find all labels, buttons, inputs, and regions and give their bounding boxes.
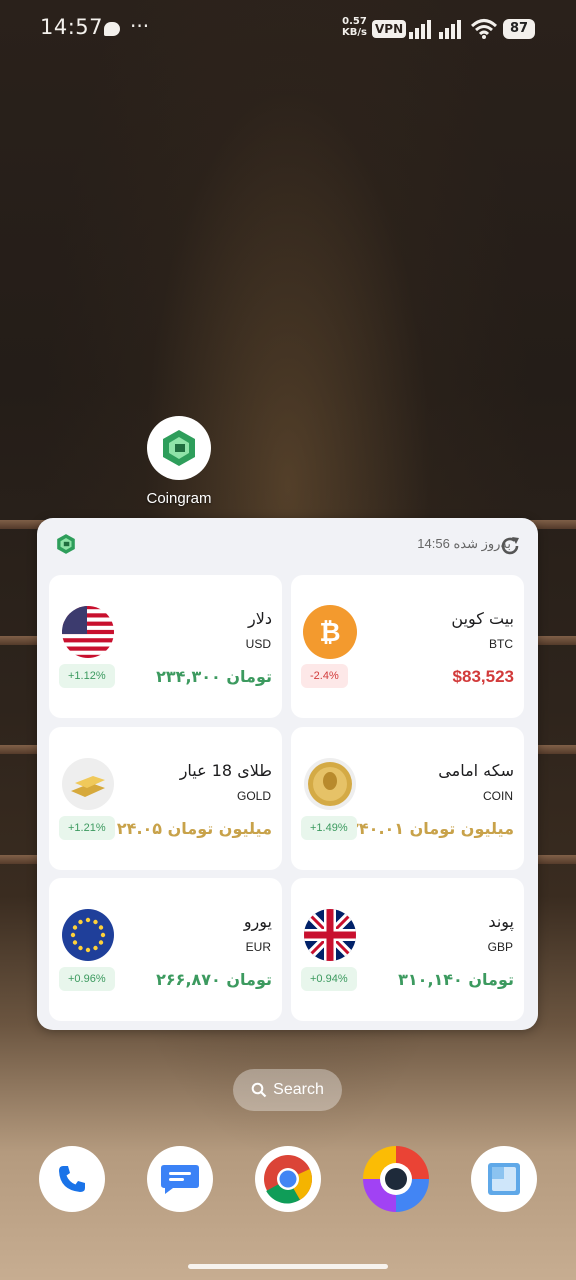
gold-bar-icon xyxy=(61,757,115,811)
asset-price: ۲۴.۰۵ میلیون تومان xyxy=(116,819,272,838)
eu-flag-icon xyxy=(61,908,115,962)
asset-change-badge: +1.49% xyxy=(301,816,357,840)
gallery-icon[interactable] xyxy=(471,1146,537,1212)
asset-price: $83,523 xyxy=(452,667,514,686)
messages-icon[interactable] xyxy=(147,1146,213,1212)
gesture-navigation-bar[interactable] xyxy=(188,1264,388,1269)
app-label: Coingram xyxy=(146,490,212,507)
phone-icon[interactable] xyxy=(39,1146,105,1212)
asset-price: ۳۱۰,۱۴۰ تومان xyxy=(398,970,514,989)
network-speed-value: 0.57 xyxy=(342,16,367,27)
asset-card-gbp[interactable]: پوند GBP ۳۱۰,۱۴۰ تومان +0.94% xyxy=(291,878,524,1021)
coingram-logo-icon xyxy=(147,416,211,480)
asset-code: EUR xyxy=(245,940,271,954)
coingram-logo-icon xyxy=(57,534,75,554)
last-updated: 14:56 به‌روز شده xyxy=(337,536,511,552)
asset-card-eur[interactable]: یورو EUR ۲۶۶,۸۷۰ تومان +0.96% xyxy=(49,878,282,1021)
asset-code: USD xyxy=(245,637,271,651)
status-bar: 14:57 ··· 0.57 KB/s VPN 87 xyxy=(0,0,576,58)
widget-header: 14:56 به‌روز شده xyxy=(37,518,538,572)
asset-card-usd[interactable]: دلار USD ۲۳۴,۳۰۰ تومان +1.12% xyxy=(49,575,282,718)
vpn-badge: VPN xyxy=(372,20,407,38)
signal-icon xyxy=(439,20,461,39)
gold-coin-icon xyxy=(303,757,357,811)
asset-code: GBP xyxy=(487,940,513,954)
asset-code: GOLD xyxy=(236,789,271,803)
asset-change-badge: +0.96% xyxy=(59,967,115,991)
asset-code: BTC xyxy=(489,637,513,651)
search-label: Search xyxy=(273,1081,324,1098)
battery-indicator: 87 xyxy=(503,19,535,39)
asset-card-btc[interactable]: بیت کوین BTC $83,523 -2.4% ₿ xyxy=(291,575,524,718)
asset-name: طلای 18 عیار xyxy=(179,761,272,780)
more-notifications-icon: ··· xyxy=(130,14,150,38)
updated-time: 14:56 xyxy=(417,536,450,551)
network-speed: 0.57 KB/s xyxy=(342,16,367,38)
chrome-icon[interactable] xyxy=(255,1146,321,1212)
search-button[interactable]: Search xyxy=(233,1069,342,1111)
asset-change-badge: -2.4% xyxy=(301,664,348,688)
asset-card-gold[interactable]: طلای 18 عیار GOLD ۲۴.۰۵ میلیون تومان +1.… xyxy=(49,727,282,870)
svg-text:₿: ₿ xyxy=(319,618,340,648)
asset-name: بیت کوین xyxy=(451,609,514,628)
asset-change-badge: +1.21% xyxy=(59,816,115,840)
asset-price: ۲۳۴,۳۰۰ تومان xyxy=(156,667,272,686)
asset-change-badge: +1.12% xyxy=(59,664,115,688)
us-flag-icon xyxy=(61,605,115,659)
coingram-app-shortcut[interactable]: Coingram xyxy=(146,416,212,507)
signal-icon xyxy=(409,20,431,39)
refresh-icon[interactable] xyxy=(499,535,521,557)
uk-flag-icon xyxy=(303,908,357,962)
asset-code: COIN xyxy=(483,789,513,803)
coingram-widget[interactable]: 14:56 به‌روز شده بیت کوین BTC $83,523 -2… xyxy=(37,518,538,1030)
asset-price: ۲۶۶,۸۷۰ تومان xyxy=(156,970,272,989)
status-time: 14:57 xyxy=(40,15,104,39)
chat-notification-icon xyxy=(104,22,120,36)
asset-name: سکه امامی xyxy=(438,761,514,780)
asset-name: دلار xyxy=(248,609,272,628)
wifi-icon xyxy=(470,19,498,39)
search-icon xyxy=(251,1082,267,1098)
asset-name: پوند xyxy=(488,912,514,931)
asset-change-badge: +0.94% xyxy=(301,967,357,991)
network-speed-unit: KB/s xyxy=(342,27,367,38)
asset-card-coin[interactable]: سکه امامی COIN ۲۴۰.۰۱ میلیون تومان +1.49… xyxy=(291,727,524,870)
browser-icon[interactable] xyxy=(363,1146,429,1212)
bitcoin-icon: ₿ xyxy=(303,605,357,659)
asset-name: یورو xyxy=(243,912,272,931)
asset-price: ۲۴۰.۰۱ میلیون تومان xyxy=(349,819,514,838)
